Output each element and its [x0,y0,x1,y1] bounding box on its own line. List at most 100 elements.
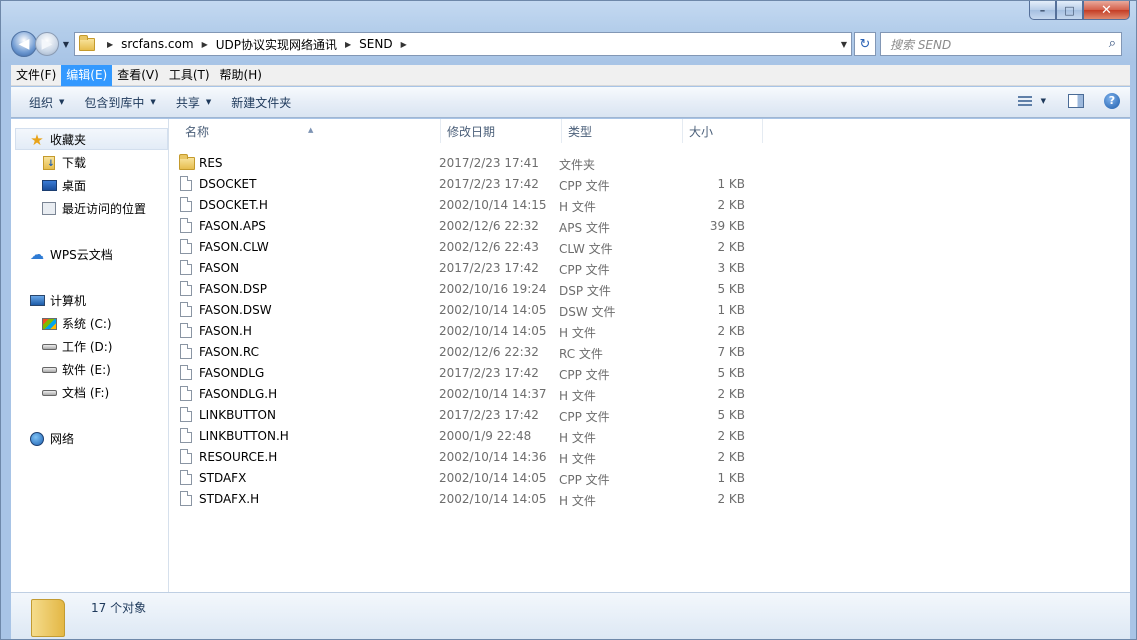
file-row[interactable]: RES 2017/2/23 17:41 文件夹 [169,152,769,173]
column-header-size[interactable]: 大小 [683,119,763,143]
item-count: 17 个对象 [91,601,147,615]
downloads-folder-icon: ↓ [41,155,57,171]
chevron-down-icon: ▼ [150,98,156,106]
menu-tools[interactable]: 工具(T) [164,65,215,86]
organize-button[interactable]: 组织 ▼ [19,94,74,111]
include-in-library-button[interactable]: 包含到库中 ▼ [74,94,165,111]
file-row[interactable]: RESOURCE.H 2002/10/14 14:36 H 文件 2 KB [169,446,769,467]
file-date: 2017/2/23 17:41 [439,156,539,170]
file-icon [180,281,192,296]
recent-pages-dropdown[interactable]: ▼ [60,40,72,49]
column-type-label: 类型 [568,125,593,139]
nav-wps-cloud[interactable]: ☁ WPS云文档 [29,246,113,263]
menu-help[interactable]: 帮助(H) [215,65,267,86]
file-type: H 文件 [559,452,596,466]
breadcrumb-item[interactable]: srcfans.com [121,37,193,51]
nav-drive-d[interactable]: 工作 (D:) [41,338,112,355]
nav-recent-label: 最近访问的位置 [62,202,147,216]
file-row[interactable]: FASON.DSW 2002/10/14 14:05 DSW 文件 1 KB [169,299,769,320]
file-list: 名称 ▲ 修改日期 类型 大小 RES 2017/2/23 17:41 文件夹 [169,119,1130,592]
breadcrumb-item[interactable]: UDP协议实现网络通讯 [216,36,337,53]
nav-drive-c[interactable]: 系统 (C:) [41,315,112,332]
menu-file[interactable]: 文件(F) [11,65,61,86]
toolbar-right: ▼ ? [1017,93,1120,109]
column-header-type[interactable]: 类型 [562,119,683,143]
folder-icon [179,154,195,170]
breadcrumb-chevron-icon[interactable]: ▶ [202,40,208,49]
cloud-icon: ☁ [30,246,44,263]
computer-icon [29,293,45,309]
change-view-button[interactable]: ▼ [1017,96,1046,106]
file-row[interactable]: FASON.APS 2002/12/6 22:32 APS 文件 39 KB [169,215,769,236]
new-folder-button[interactable]: 新建文件夹 [221,94,301,111]
file-size: 2 KB [717,450,745,464]
file-date: 2002/10/14 14:05 [439,324,547,338]
file-row[interactable]: DSOCKET.H 2002/10/14 14:15 H 文件 2 KB [169,194,769,215]
file-date: 2002/10/14 14:36 [439,450,547,464]
file-type: H 文件 [559,494,596,508]
nav-favorites[interactable]: ★ 收藏夹 [29,131,86,149]
file-row[interactable]: FASON.H 2002/10/14 14:05 H 文件 2 KB [169,320,769,341]
file-size: 2 KB [717,492,745,506]
breadcrumb-chevron-icon[interactable]: ▶ [401,40,407,49]
file-row[interactable]: FASON.CLW 2002/12/6 22:43 CLW 文件 2 KB [169,236,769,257]
minimize-button[interactable]: – [1029,1,1056,20]
address-history-dropdown-icon[interactable]: ▼ [841,40,847,49]
file-row[interactable]: FASONDLG 2017/2/23 17:42 CPP 文件 5 KB [169,362,769,383]
file-row[interactable]: FASON.RC 2002/12/6 22:32 RC 文件 7 KB [169,341,769,362]
new-folder-label: 新建文件夹 [231,95,292,110]
file-row[interactable]: FASONDLG.H 2002/10/14 14:37 H 文件 2 KB [169,383,769,404]
search-icon[interactable]: ⌕ [1109,36,1116,51]
menu-edit[interactable]: 编辑(E) [61,64,113,86]
breadcrumb-chevron-icon[interactable]: ▶ [107,40,113,49]
file-row[interactable]: FASON.DSP 2002/10/16 19:24 DSP 文件 5 KB [169,278,769,299]
desktop-icon [41,178,57,194]
forward-arrow-icon: ▶ [41,36,53,52]
file-date: 2002/10/16 19:24 [439,282,547,296]
breadcrumb-chevron-icon[interactable]: ▶ [345,40,351,49]
file-row[interactable]: STDAFX.H 2002/10/14 14:05 H 文件 2 KB [169,488,769,509]
system-drive-icon [41,316,57,332]
back-button[interactable]: ◀ [11,31,37,57]
column-header-date[interactable]: 修改日期 [441,119,562,143]
nav-drive-e[interactable]: 软件 (E:) [41,361,111,378]
address-bar[interactable]: ▶ srcfans.com ▶ UDP协议实现网络通讯 ▶ SEND ▶ ▼ [74,32,852,56]
close-button[interactable]: ✕ [1083,1,1130,20]
nav-computer[interactable]: 计算机 [29,292,86,309]
menu-view[interactable]: 查看(V) [112,65,164,86]
file-date: 2017/2/23 17:42 [439,177,539,191]
file-size: 5 KB [717,366,745,380]
nav-network[interactable]: 网络 [29,430,74,447]
nav-drive-f[interactable]: 文档 (F:) [41,384,109,401]
file-type: H 文件 [559,389,596,403]
file-row[interactable]: FASON 2017/2/23 17:42 CPP 文件 3 KB [169,257,769,278]
column-size-label: 大小 [689,125,714,139]
file-row[interactable]: DSOCKET 2017/2/23 17:42 CPP 文件 1 KB [169,173,769,194]
file-row[interactable]: STDAFX 2002/10/14 14:05 CPP 文件 1 KB [169,467,769,488]
include-label: 包含到库中 [84,95,145,110]
file-size: 1 KB [717,303,745,317]
file-name: FASONDLG.H [199,387,278,401]
forward-button[interactable]: ▶ [35,32,59,56]
nav-downloads-label: 下载 [62,156,87,170]
nav-recent[interactable]: 最近访问的位置 [41,200,146,217]
file-date: 2002/10/14 14:05 [439,303,547,317]
nav-desktop[interactable]: 桌面 [41,177,86,194]
search-input[interactable]: 搜索 SEND ⌕ [880,32,1122,56]
nav-network-label: 网络 [50,432,75,446]
file-row[interactable]: LINKBUTTON.H 2000/1/9 22:48 H 文件 2 KB [169,425,769,446]
nav-downloads[interactable]: ↓ 下载 [41,154,86,171]
file-icon [180,428,192,443]
column-header-name[interactable]: 名称 ▲ [179,119,441,143]
help-icon[interactable]: ? [1104,93,1120,109]
file-type: H 文件 [559,431,596,445]
breadcrumb-item[interactable]: SEND [359,37,392,51]
maximize-button[interactable]: □ [1056,1,1083,20]
preview-pane-icon[interactable] [1068,94,1084,108]
refresh-button[interactable]: ↻ [854,32,876,56]
file-row[interactable]: LINKBUTTON 2017/2/23 17:42 CPP 文件 5 KB [169,404,769,425]
share-button[interactable]: 共享 ▼ [166,94,221,111]
file-icon [180,470,192,485]
file-icon [180,386,192,401]
nav-computer-label: 计算机 [50,294,87,308]
